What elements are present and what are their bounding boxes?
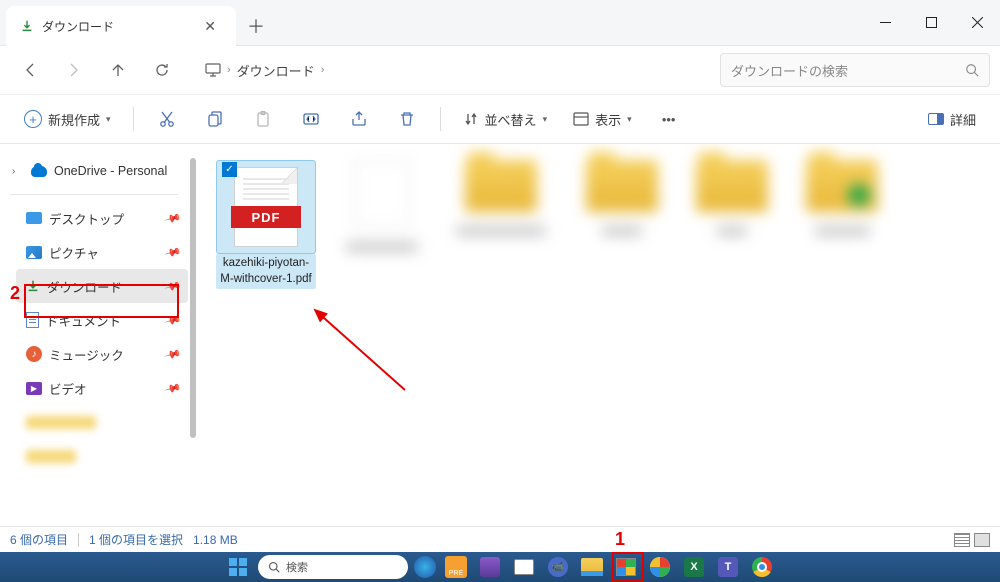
taskbar-app[interactable] — [476, 554, 504, 580]
chevron-down-icon: ▾ — [106, 114, 111, 125]
status-item-count: 6 個の項目 — [10, 531, 68, 548]
grid-view-icon[interactable] — [974, 533, 990, 547]
chevron-right-icon: › — [321, 64, 325, 76]
annotation-number-2: 2 — [10, 283, 20, 304]
annotation-box-sidebar-downloads — [24, 284, 179, 318]
view-mode-toggle[interactable] — [954, 533, 990, 547]
breadcrumb[interactable]: › ダウンロード › — [194, 53, 708, 87]
sort-icon — [463, 111, 479, 127]
annotation-arrow — [305, 300, 415, 400]
copy-button[interactable] — [194, 101, 236, 137]
monitor-icon — [205, 63, 221, 77]
status-bar: 6 個の項目 1 個の項目を選択 1.18 MB — [0, 526, 1000, 552]
sort-button[interactable]: 並べ替え ▾ — [453, 101, 558, 137]
pdf-file-icon: PDF — [234, 167, 298, 247]
navigation-bar: › ダウンロード › ダウンロードの検索 — [0, 46, 1000, 94]
search-input[interactable]: ダウンロードの検索 — [720, 53, 990, 87]
refresh-button[interactable] — [142, 52, 182, 88]
search-icon — [965, 63, 979, 77]
status-selection: 1 個の項目を選択 — [89, 531, 183, 548]
breadcrumb-current[interactable]: ダウンロード — [237, 61, 315, 80]
windows-icon — [229, 558, 247, 576]
list-view-icon[interactable] — [954, 533, 970, 547]
chevron-right-icon[interactable]: › — [12, 166, 24, 177]
download-icon — [20, 19, 34, 33]
sidebar-item-blurred[interactable] — [16, 439, 188, 473]
share-button[interactable] — [338, 101, 380, 137]
taskbar-app-excel[interactable]: X — [680, 554, 708, 580]
view-icon — [573, 112, 589, 126]
status-size: 1.18 MB — [193, 533, 238, 547]
new-tab-button[interactable]: ＋ — [236, 6, 276, 45]
start-button[interactable] — [224, 554, 252, 580]
window-controls — [862, 0, 1000, 45]
view-button[interactable]: 表示 ▾ — [563, 101, 642, 137]
pin-icon: 📌 — [164, 243, 182, 261]
search-placeholder: ダウンロードの検索 — [731, 61, 965, 80]
titlebar: ダウンロード ✕ ＋ — [0, 0, 1000, 46]
taskbar: 検索 PRE 📹 X T — [0, 552, 1000, 582]
main-area: › OneDrive - Personal デスクトップ 📌 ピクチャ 📌 — [0, 144, 1000, 526]
taskbar-app[interactable] — [646, 554, 674, 580]
paste-button[interactable] — [242, 101, 284, 137]
pin-icon: 📌 — [164, 209, 182, 227]
taskbar-app-taskview[interactable] — [510, 554, 538, 580]
more-button[interactable]: ••• — [648, 101, 690, 137]
maximize-button[interactable] — [908, 0, 954, 45]
desktop-icon — [26, 212, 42, 224]
pictures-icon — [26, 246, 42, 259]
toolbar: + 新規作成 ▾ 並べ替え ▾ 表示 ▾ ••• 詳細 — [0, 94, 1000, 144]
sidebar-item-desktop[interactable]: デスクトップ 📌 — [16, 201, 188, 235]
pin-icon: 📌 — [164, 379, 182, 397]
sidebar-item-music[interactable]: ♪ ミュージック 📌 — [16, 337, 188, 371]
chevron-down-icon: ▾ — [627, 114, 632, 125]
taskbar-search[interactable]: 検索 — [258, 555, 408, 579]
chevron-down-icon: ▾ — [543, 114, 548, 125]
music-icon: ♪ — [26, 346, 42, 362]
cut-button[interactable] — [146, 101, 188, 137]
file-item-pdf[interactable]: ✓ PDF kazehiki-piyotan-M-withcover-1.pdf — [216, 160, 316, 289]
taskbar-app-chrome[interactable] — [748, 554, 776, 580]
chevron-right-icon: › — [227, 64, 231, 76]
taskbar-app-pre[interactable]: PRE — [442, 554, 470, 580]
plus-circle-icon: + — [24, 110, 42, 128]
forward-button[interactable] — [54, 52, 94, 88]
sidebar-item-onedrive[interactable]: › OneDrive - Personal — [0, 154, 188, 188]
pin-icon: 📌 — [164, 345, 182, 363]
checked-icon[interactable]: ✓ — [222, 162, 237, 177]
close-tab-button[interactable]: ✕ — [198, 16, 222, 37]
video-icon: ▶ — [26, 382, 42, 395]
annotation-box-taskbar-explorer — [612, 552, 644, 581]
tab-title: ダウンロード — [42, 18, 190, 35]
taskbar-app-explorer[interactable] — [578, 554, 606, 580]
back-button[interactable] — [10, 52, 50, 88]
annotation-number-1: 1 — [615, 529, 625, 550]
delete-button[interactable] — [386, 101, 428, 137]
minimize-button[interactable] — [862, 0, 908, 45]
close-window-button[interactable] — [954, 0, 1000, 45]
taskbar-app[interactable]: 📹 — [544, 554, 572, 580]
file-name: kazehiki-piyotan-M-withcover-1.pdf — [216, 254, 316, 289]
up-button[interactable] — [98, 52, 138, 88]
rename-button[interactable] — [290, 101, 332, 137]
details-pane-button[interactable]: 詳細 — [918, 110, 986, 129]
new-button[interactable]: + 新規作成 ▾ — [14, 101, 121, 137]
onedrive-icon — [31, 166, 47, 177]
details-pane-icon — [928, 113, 944, 125]
taskbar-app-copilot[interactable] — [414, 556, 436, 578]
sidebar-item-blurred[interactable] — [16, 405, 188, 439]
sidebar-item-pictures[interactable]: ピクチャ 📌 — [16, 235, 188, 269]
taskbar-app-teams[interactable]: T — [714, 554, 742, 580]
navigation-pane: › OneDrive - Personal デスクトップ 📌 ピクチャ 📌 — [0, 144, 196, 526]
sidebar-item-videos[interactable]: ▶ ビデオ 📌 — [16, 371, 188, 405]
window-tab[interactable]: ダウンロード ✕ — [6, 6, 236, 46]
search-icon — [268, 561, 280, 573]
